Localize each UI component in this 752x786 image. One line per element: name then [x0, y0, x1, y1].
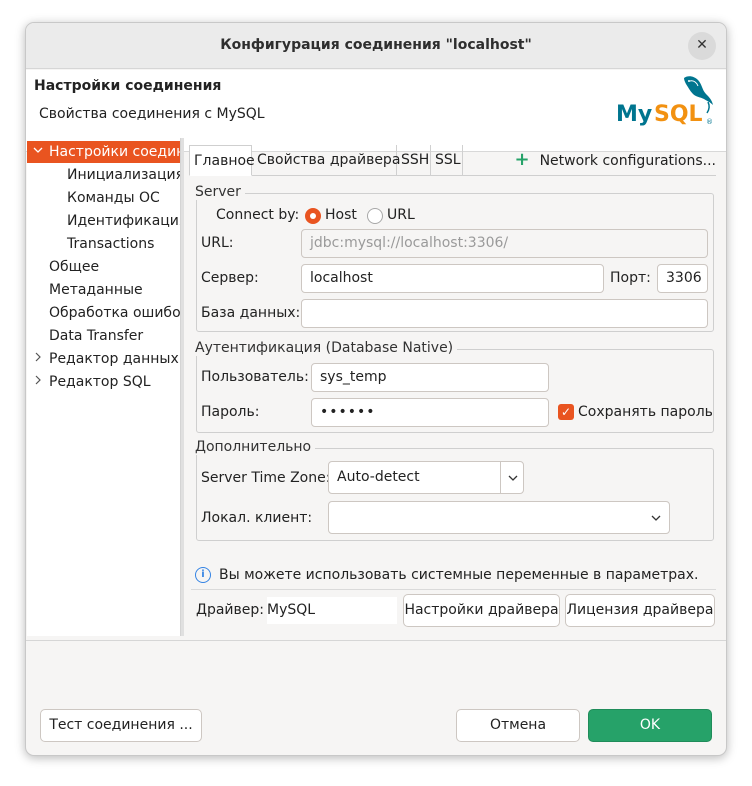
window-title: Конфигурация соединения "localhost" — [220, 37, 532, 53]
save-password-checkbox[interactable]: ✓ — [558, 404, 574, 420]
port-input[interactable]: 3306 — [657, 264, 708, 293]
tab-label: SSH — [401, 152, 430, 168]
database-input[interactable] — [301, 299, 708, 328]
driver-name: MySQL — [267, 597, 397, 624]
network-configurations-button[interactable]: + Network configurations... — [514, 145, 716, 176]
nav-item-identification[interactable]: Идентификация — [27, 210, 181, 232]
nav-item-label: Data Transfer — [49, 328, 144, 344]
nav-item-label: Общее — [49, 259, 100, 275]
password-input[interactable]: •••••• — [311, 398, 549, 427]
radio-url-label[interactable]: URL — [387, 207, 415, 223]
save-password-label[interactable]: Сохранять пароль — [578, 404, 713, 420]
tab-label: SSL — [435, 152, 461, 168]
tab-ssh[interactable]: SSH — [397, 145, 431, 176]
nav-item-label: Редактор данных — [49, 351, 179, 367]
cancel-button[interactable]: Отмена — [456, 709, 580, 742]
url-label: URL: — [201, 235, 234, 251]
svg-text:My: My — [616, 102, 652, 127]
close-button[interactable]: ✕ — [688, 32, 716, 60]
info-text: Вы можете использовать системные перемен… — [219, 567, 699, 583]
user-label: Пользователь: — [201, 369, 309, 385]
port-label: Порт: — [610, 270, 651, 286]
driver-settings-button[interactable]: Настройки драйвера — [403, 594, 560, 627]
password-label: Пароль: — [201, 404, 260, 420]
title-bar: Конфигурация соединения "localhost" ✕ — [26, 23, 726, 69]
driver-license-button[interactable]: Лицензия драйвера — [565, 594, 715, 627]
settings-nav-tree: Настройки соединения Инициализация Коман… — [27, 138, 181, 636]
nav-item-transactions[interactable]: Transactions — [27, 233, 180, 255]
nav-item-general[interactable]: Общее — [27, 256, 180, 278]
test-connection-button[interactable]: Тест соединения ... — [40, 709, 202, 742]
nav-item-connection-settings[interactable]: Настройки соединения — [27, 141, 180, 163]
radio-url[interactable] — [367, 208, 383, 224]
local-client-dropdown[interactable] — [328, 501, 670, 534]
driver-label: Драйвер: — [196, 602, 264, 618]
server-host-input[interactable]: localhost — [301, 264, 604, 293]
server-group-label: Server — [195, 184, 245, 200]
separator — [191, 589, 716, 590]
chevron-down-icon[interactable] — [508, 473, 518, 483]
connect-by-label: Connect by: — [216, 207, 300, 223]
chevron-down-icon[interactable] — [651, 513, 661, 523]
mysql-logo: My SQL ® — [616, 76, 713, 127]
nav-item-label: Инициализация — [67, 167, 181, 183]
nav-scrollbar[interactable] — [181, 138, 184, 636]
user-input[interactable]: sys_temp — [311, 363, 549, 392]
advanced-group-label: Дополнительно — [195, 439, 316, 455]
tab-label: Главное — [194, 153, 255, 169]
nav-item-label: Transactions — [67, 236, 155, 252]
radio-host-label[interactable]: Host — [325, 207, 357, 223]
auth-group-label: Аутентификация (Database Native) — [195, 340, 458, 356]
nav-item-os-commands[interactable]: Команды ОС — [27, 187, 180, 209]
ok-button[interactable]: OK — [588, 709, 712, 742]
info-icon: i — [195, 567, 211, 583]
server-label: Сервер: — [201, 270, 259, 286]
chevron-down-icon[interactable] — [31, 141, 45, 163]
nav-item-metadata[interactable]: Метаданные — [27, 279, 180, 301]
nav-item-label: Настройки соединения — [49, 144, 180, 160]
tab-bar: Главное Свойства драйвера SSH SSL + Netwo… — [189, 143, 716, 176]
tab-ssl[interactable]: SSL — [431, 145, 463, 176]
tab-main[interactable]: Главное — [189, 145, 255, 176]
svg-text:®: ® — [706, 118, 713, 126]
dropdown-divider — [500, 462, 501, 493]
nav-item-sql-editor[interactable]: Редактор SQL — [27, 371, 180, 393]
network-configurations-label: Network configurations... — [539, 153, 716, 169]
timezone-value: Auto-detect — [337, 469, 420, 485]
svg-text:SQL: SQL — [654, 102, 703, 127]
timezone-label: Server Time Zone: — [201, 470, 331, 486]
database-label: База данных: — [201, 305, 301, 321]
nav-item-data-transfer[interactable]: Data Transfer — [27, 325, 180, 347]
nav-item-initialization[interactable]: Инициализация — [27, 164, 181, 186]
header-title: Настройки соединения — [34, 78, 222, 94]
radio-host[interactable] — [305, 208, 321, 224]
header-subtitle: Свойства соединения с MySQL — [39, 106, 265, 122]
footer-separator — [26, 640, 726, 641]
plus-icon: + — [514, 149, 530, 170]
nav-item-label: Метаданные — [49, 282, 143, 298]
nav-item-error-handling[interactable]: Обработка ошибок — [27, 302, 181, 324]
nav-item-label: Обработка ошибок — [49, 305, 181, 321]
chevron-right-icon[interactable] — [31, 348, 45, 370]
nav-item-data-editor[interactable]: Редактор данных — [27, 348, 180, 370]
chevron-right-icon[interactable] — [31, 371, 45, 393]
nav-item-label: Идентификация — [67, 213, 181, 229]
connection-config-dialog: Конфигурация соединения "localhost" ✕ На… — [25, 22, 727, 756]
nav-item-label: Редактор SQL — [49, 374, 151, 390]
tab-driver-properties[interactable]: Свойства драйвера — [253, 145, 401, 176]
close-icon: ✕ — [696, 37, 708, 53]
nav-item-label: Команды ОС — [67, 190, 160, 206]
tab-label: Свойства драйвера — [257, 152, 401, 168]
timezone-dropdown[interactable]: Auto-detect — [328, 461, 524, 494]
url-input[interactable]: jdbc:mysql://localhost:3306/ — [301, 229, 708, 258]
local-client-label: Локал. клиент: — [201, 510, 313, 526]
